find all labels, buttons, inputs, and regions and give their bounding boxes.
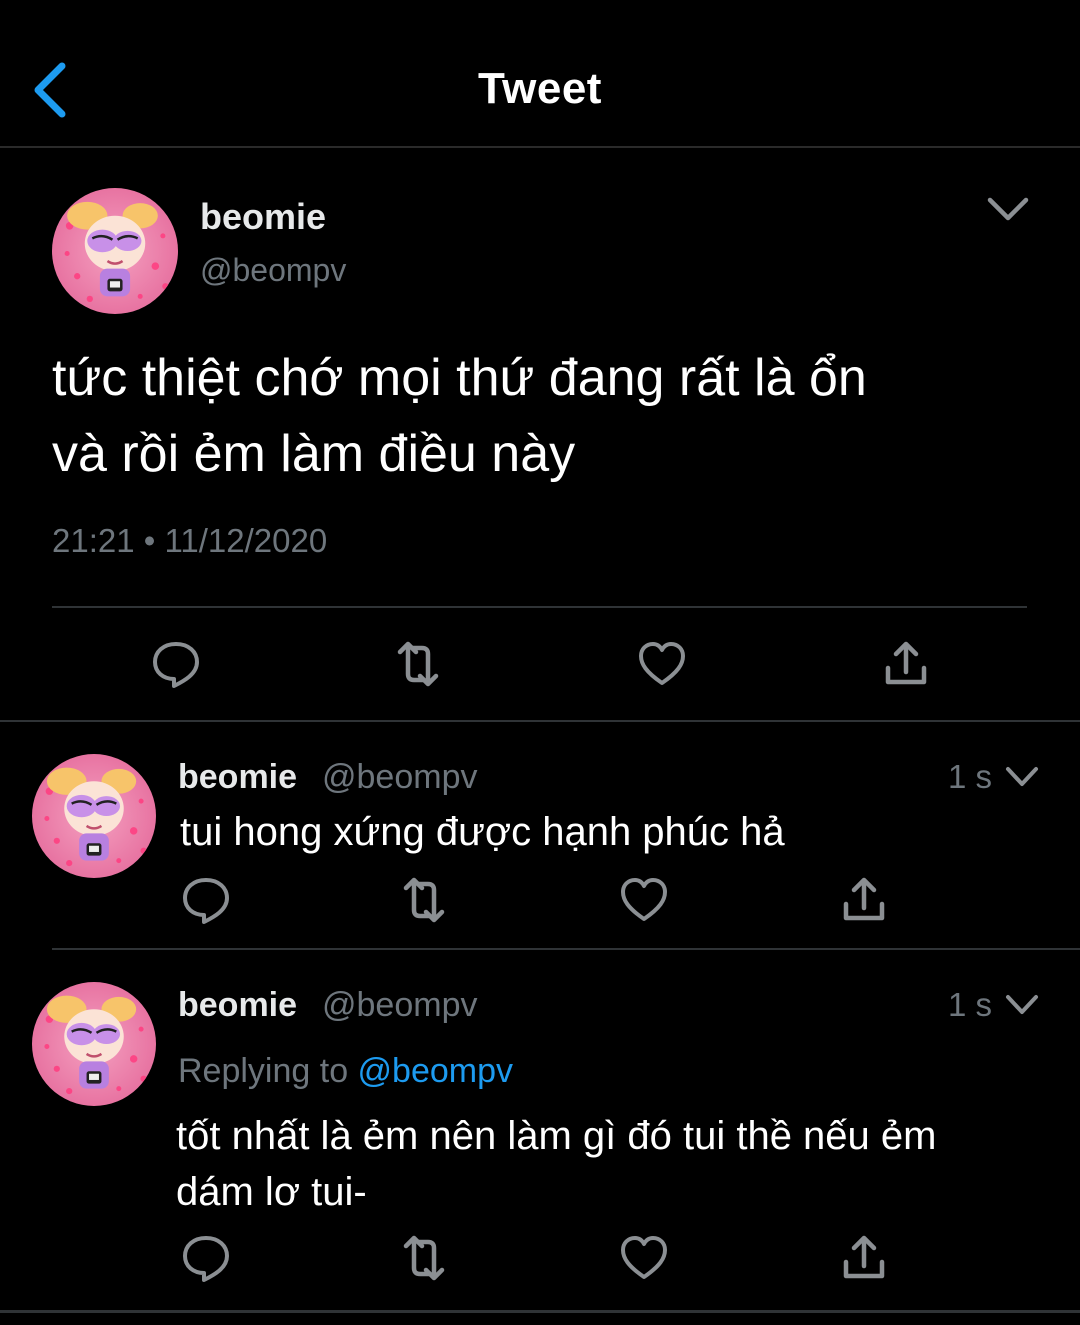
- avatar[interactable]: [32, 754, 156, 878]
- author-handle[interactable]: @beompv: [322, 986, 477, 1025]
- top-bar: Tweet: [0, 0, 1080, 148]
- reply-icon[interactable]: [180, 1232, 232, 1284]
- author-name[interactable]: beomie: [178, 986, 297, 1025]
- tweet-time: 1 s: [948, 986, 993, 1023]
- share-icon[interactable]: [880, 638, 932, 690]
- tweet-timestamp[interactable]: 21:21 • 11/12/2020: [52, 522, 327, 560]
- author-name[interactable]: beomie: [178, 758, 297, 797]
- retweet-icon[interactable]: [398, 1232, 450, 1284]
- page-title: Tweet: [478, 64, 602, 113]
- like-icon[interactable]: [618, 874, 670, 926]
- author-handle[interactable]: @beompv: [322, 758, 477, 797]
- tweet-text: tức thiệt chớ mọi thứ đang rất là ổn và …: [52, 340, 1032, 492]
- divider: [52, 948, 1080, 950]
- reply-icon[interactable]: [180, 874, 232, 926]
- chevron-down-icon[interactable]: [1004, 764, 1040, 790]
- reply-icon[interactable]: [150, 638, 202, 690]
- reply-text: tui hong xứng được hạnh phúc hả: [180, 810, 785, 854]
- retweet-icon[interactable]: [392, 638, 444, 690]
- like-icon[interactable]: [636, 638, 688, 690]
- chevron-down-icon[interactable]: [986, 194, 1030, 224]
- divider: [0, 720, 1080, 722]
- retweet-icon[interactable]: [398, 874, 450, 926]
- replying-to: Replying to @beompv: [178, 1052, 513, 1091]
- author-name[interactable]: beomie: [200, 196, 326, 238]
- replying-to-label: Replying to: [178, 1052, 358, 1090]
- divider: [0, 1310, 1080, 1313]
- reply-text: tốt nhất là ẻm nên làm gì đó tui thề nếu…: [176, 1108, 936, 1220]
- author-handle[interactable]: @beompv: [200, 252, 346, 289]
- divider: [52, 606, 1027, 608]
- mention-link[interactable]: @beompv: [358, 1052, 513, 1090]
- avatar[interactable]: [32, 982, 156, 1106]
- reply-text-line: dám lơ tui-: [176, 1170, 367, 1214]
- reply-text-line: tốt nhất là ẻm nên làm gì đó tui thề nếu…: [176, 1114, 937, 1158]
- tweet-time: 1 s: [948, 758, 993, 795]
- like-icon[interactable]: [618, 1232, 670, 1284]
- avatar[interactable]: [52, 188, 178, 314]
- chevron-down-icon[interactable]: [1004, 992, 1040, 1018]
- tweet-text-line: và rồi ẻm làm điều này: [52, 425, 576, 483]
- share-icon[interactable]: [838, 874, 890, 926]
- tweet-text-line: tức thiệt chớ mọi thứ đang rất là ổn: [52, 349, 867, 407]
- share-icon[interactable]: [838, 1232, 890, 1284]
